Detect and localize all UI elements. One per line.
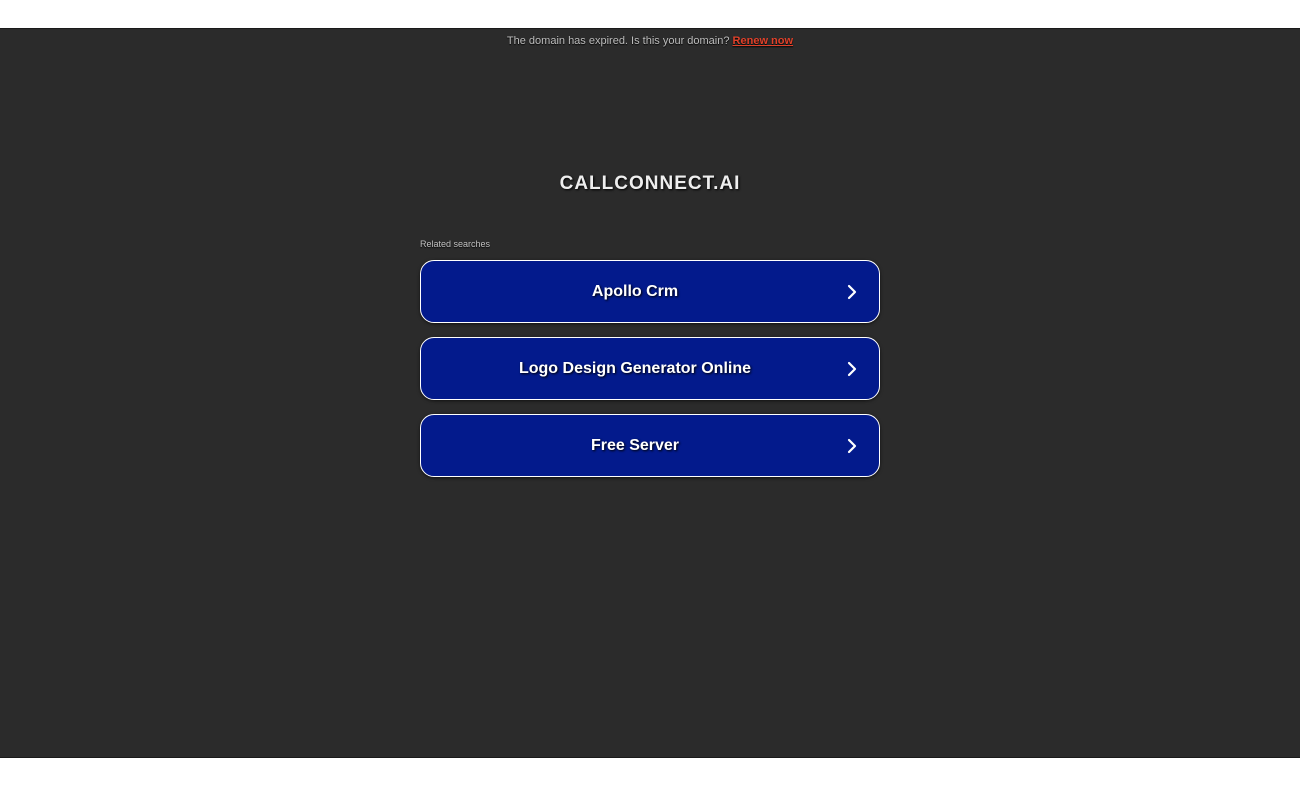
related-search-label: Logo Design Generator Online	[518, 360, 752, 377]
related-search-button-free-server[interactable]: Free Server	[420, 414, 880, 477]
chevron-right-icon	[847, 438, 857, 454]
related-search-label: Free Server	[590, 437, 680, 454]
expired-banner: The domain has expired. Is this your dom…	[0, 34, 1300, 48]
expired-message: The domain has expired. Is this your dom…	[506, 35, 730, 47]
related-searches-list: Apollo Crm Logo Design Generator Online …	[420, 260, 880, 491]
chevron-right-icon	[847, 284, 857, 300]
renew-now-link[interactable]: Renew now	[733, 35, 794, 47]
related-search-button-logo-design-generator-online[interactable]: Logo Design Generator Online	[420, 337, 880, 400]
domain-title: CALLCONNECT.AI	[559, 173, 741, 194]
related-search-label: Apollo Crm	[591, 283, 679, 300]
chevron-right-icon	[847, 361, 857, 377]
related-search-button-apollo-crm[interactable]: Apollo Crm	[420, 260, 880, 323]
related-searches-heading: Related searches	[420, 239, 491, 249]
parked-page: The domain has expired. Is this your dom…	[0, 28, 1300, 758]
